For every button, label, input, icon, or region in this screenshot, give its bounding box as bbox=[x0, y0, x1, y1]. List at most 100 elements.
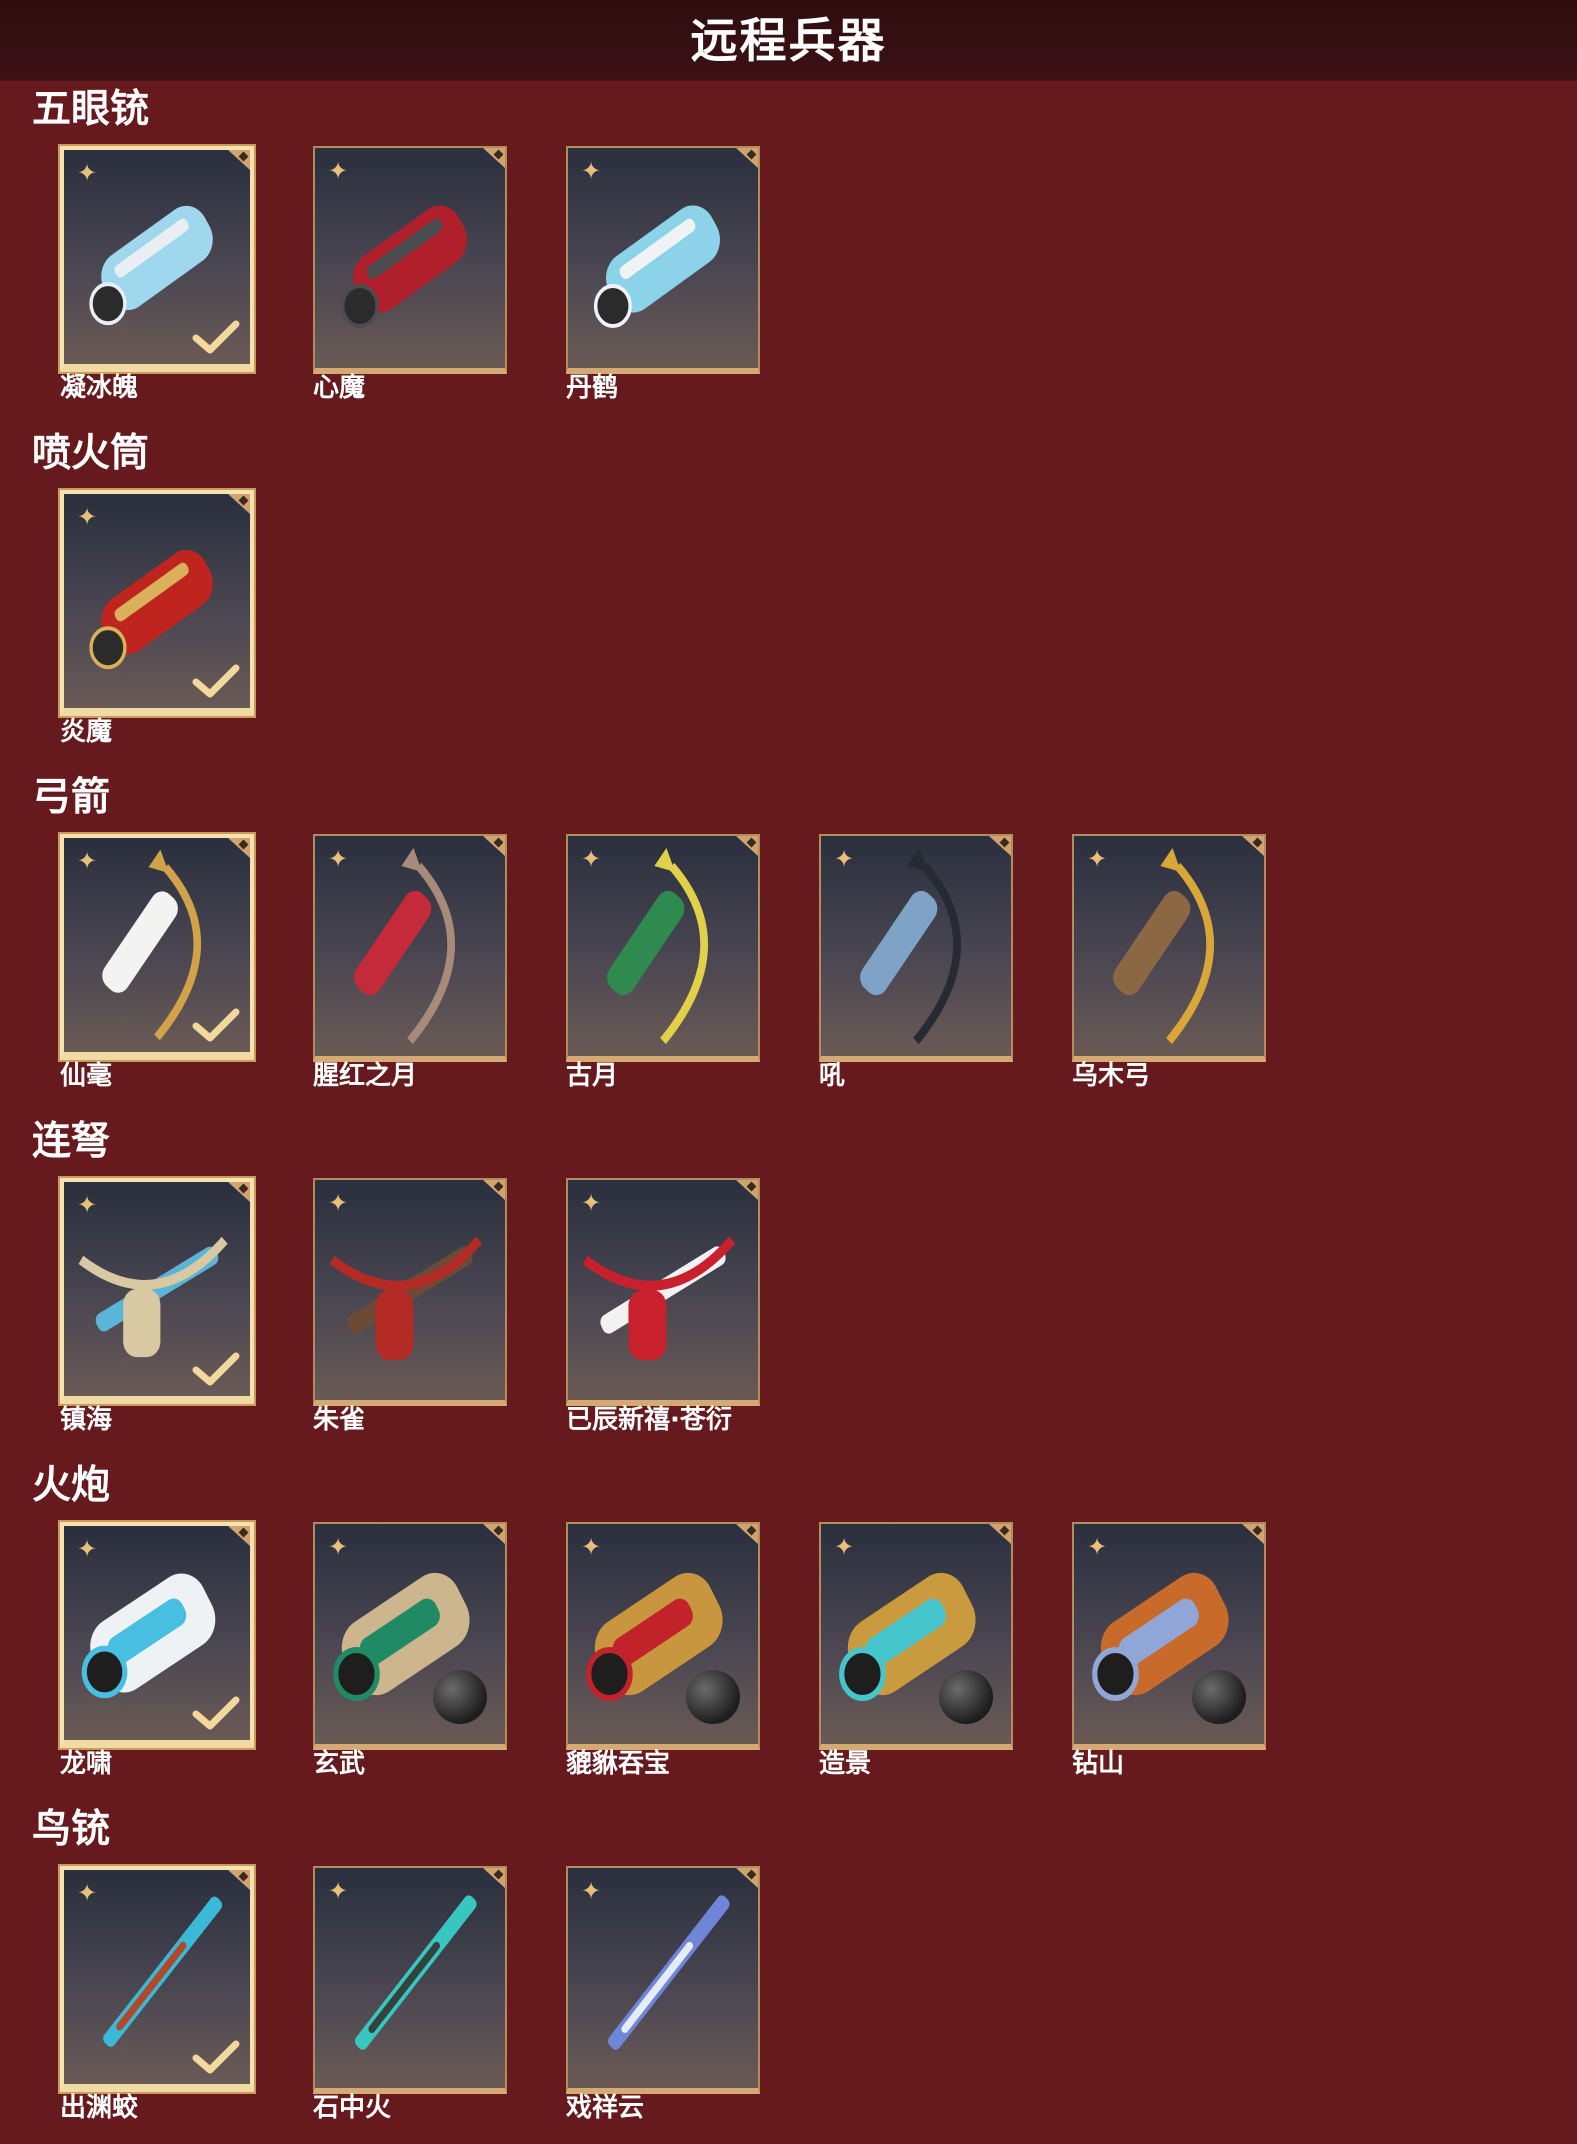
weapon-name: 貔貅吞宝 bbox=[566, 1749, 671, 1779]
star-icon: ✦ bbox=[833, 845, 855, 873]
star-icon: ✦ bbox=[580, 1533, 602, 1561]
weapon-thumbnail[interactable]: ✦ bbox=[819, 1522, 1013, 1750]
section-title: 鸟铳 bbox=[32, 1807, 111, 1852]
cannonball-icon bbox=[433, 1670, 487, 1724]
weapon-thumbnail[interactable]: ✦ bbox=[60, 1178, 254, 1404]
weapon-thumbnail[interactable]: ✦ bbox=[60, 146, 254, 372]
weapon-section: 五眼铳 ✦ 凝冰魄 ✦ 心魔 ✦ 丹鹤 bbox=[0, 88, 1577, 418]
weapon-name: 凝冰魄 bbox=[60, 373, 139, 403]
star-icon: ✦ bbox=[327, 157, 349, 185]
star-icon: ✦ bbox=[1086, 1533, 1108, 1561]
weapon-card[interactable]: ✦ 丹鹤 bbox=[566, 146, 760, 408]
section-title: 喷火筒 bbox=[32, 431, 150, 476]
weapon-name: 心魔 bbox=[313, 373, 366, 403]
weapon-card[interactable]: ✦ 钻山 bbox=[1072, 1522, 1266, 1784]
weapon-card[interactable]: ✦ 石中火 bbox=[313, 1866, 507, 2128]
weapon-thumbnail[interactable]: ✦ bbox=[60, 834, 254, 1060]
weapon-thumbnail[interactable]: ✦ bbox=[566, 1866, 760, 2094]
section-title: 连弩 bbox=[32, 1119, 111, 1164]
weapon-thumbnail[interactable]: ✦ bbox=[313, 146, 507, 374]
weapon-name: 古月 bbox=[566, 1061, 619, 1091]
weapon-thumbnail[interactable]: ✦ bbox=[60, 490, 254, 716]
weapon-card[interactable]: ✦ 朱雀 bbox=[313, 1178, 507, 1440]
cannonball-icon bbox=[686, 1670, 740, 1724]
weapon-card[interactable]: ✦ 龙啸 bbox=[60, 1522, 254, 1784]
weapon-card[interactable]: ✦ 已辰新禧·苍衍 bbox=[566, 1178, 760, 1440]
weapon-thumbnail[interactable]: ✦ bbox=[566, 1178, 760, 1406]
star-icon: ✦ bbox=[580, 845, 602, 873]
cannonball-icon bbox=[1192, 1670, 1246, 1724]
header-bar: 远程兵器 bbox=[0, 0, 1577, 81]
weapon-name: 已辰新禧·苍衍 bbox=[566, 1405, 732, 1435]
page-title: 远程兵器 bbox=[690, 14, 887, 69]
check-icon bbox=[192, 1352, 240, 1386]
weapon-thumbnail[interactable]: ✦ bbox=[60, 1866, 254, 2092]
weapon-card[interactable]: ✦ 炎魔 bbox=[60, 490, 254, 752]
check-icon bbox=[192, 1696, 240, 1730]
section-title: 五眼铳 bbox=[32, 87, 150, 132]
weapon-card[interactable]: ✦ 造景 bbox=[819, 1522, 1013, 1784]
weapon-card[interactable]: ✦ 吼 bbox=[819, 834, 1013, 1096]
weapon-thumbnail[interactable]: ✦ bbox=[313, 834, 507, 1062]
weapon-thumbnail[interactable]: ✦ bbox=[1072, 1522, 1266, 1750]
weapon-name: 出渊蛟 bbox=[60, 2093, 139, 2123]
weapon-card[interactable]: ✦ 出渊蛟 bbox=[60, 1866, 254, 2128]
weapon-thumbnail[interactable]: ✦ bbox=[313, 1178, 507, 1406]
weapon-name: 腥红之月 bbox=[313, 1061, 418, 1091]
weapon-name: 丹鹤 bbox=[566, 373, 619, 403]
weapon-thumbnail[interactable]: ✦ bbox=[60, 1522, 254, 1748]
check-icon bbox=[192, 320, 240, 354]
star-icon: ✦ bbox=[76, 1535, 98, 1563]
star-icon: ✦ bbox=[833, 1533, 855, 1561]
weapon-name: 吼 bbox=[819, 1061, 846, 1091]
weapon-card[interactable]: ✦ 仙毫 bbox=[60, 834, 254, 1096]
weapon-name: 石中火 bbox=[313, 2093, 392, 2123]
weapon-card[interactable]: ✦ 镇海 bbox=[60, 1178, 254, 1440]
weapon-name: 仙毫 bbox=[60, 1061, 113, 1091]
weapon-card[interactable]: ✦ 古月 bbox=[566, 834, 760, 1096]
weapon-thumbnail[interactable]: ✦ bbox=[566, 1522, 760, 1750]
weapon-name: 戏祥云 bbox=[566, 2093, 645, 2123]
star-icon: ✦ bbox=[580, 1189, 602, 1217]
cannonball-icon bbox=[939, 1670, 993, 1724]
check-icon bbox=[192, 664, 240, 698]
star-icon: ✦ bbox=[76, 503, 98, 531]
weapon-card[interactable]: ✦ 戏祥云 bbox=[566, 1866, 760, 2128]
weapon-section: 弓箭 ✦ 仙毫 ✦ 腥红之月 ✦ 古月 ✦ 吼 ✦ 乌木弓 bbox=[0, 776, 1577, 1106]
weapon-name: 乌木弓 bbox=[1072, 1061, 1151, 1091]
weapon-card[interactable]: ✦ 玄武 bbox=[313, 1522, 507, 1784]
star-icon: ✦ bbox=[76, 847, 98, 875]
weapon-thumbnail[interactable]: ✦ bbox=[313, 1522, 507, 1750]
weapon-thumbnail[interactable]: ✦ bbox=[313, 1866, 507, 2094]
star-icon: ✦ bbox=[76, 1879, 98, 1907]
star-icon: ✦ bbox=[1086, 845, 1108, 873]
weapon-section: 连弩 ✦ 镇海 ✦ 朱雀 ✦ 已辰新禧·苍衍 bbox=[0, 1120, 1577, 1450]
weapon-thumbnail[interactable]: ✦ bbox=[566, 834, 760, 1062]
weapon-name: 造景 bbox=[819, 1749, 872, 1779]
weapon-card[interactable]: ✦ 腥红之月 bbox=[313, 834, 507, 1096]
star-icon: ✦ bbox=[76, 1191, 98, 1219]
weapon-thumbnail[interactable]: ✦ bbox=[1072, 834, 1266, 1062]
weapon-name: 朱雀 bbox=[313, 1405, 366, 1435]
weapon-thumbnail[interactable]: ✦ bbox=[819, 834, 1013, 1062]
weapon-name: 镇海 bbox=[60, 1405, 113, 1435]
star-icon: ✦ bbox=[76, 159, 98, 187]
weapon-thumbnail[interactable]: ✦ bbox=[566, 146, 760, 374]
weapon-card[interactable]: ✦ 心魔 bbox=[313, 146, 507, 408]
weapon-name: 龙啸 bbox=[60, 1749, 113, 1779]
check-icon bbox=[192, 2040, 240, 2074]
weapon-name: 炎魔 bbox=[60, 717, 113, 747]
weapon-name: 玄武 bbox=[313, 1749, 366, 1779]
star-icon: ✦ bbox=[327, 1189, 349, 1217]
weapon-name: 钻山 bbox=[1072, 1749, 1125, 1779]
weapon-section: 喷火筒 ✦ 炎魔 bbox=[0, 432, 1577, 762]
weapon-section: 鸟铳 ✦ 出渊蛟 ✦ 石中火 ✦ 戏祥云 bbox=[0, 1808, 1577, 2138]
star-icon: ✦ bbox=[327, 845, 349, 873]
weapon-card[interactable]: ✦ 凝冰魄 bbox=[60, 146, 254, 408]
weapon-section: 火炮 ✦ 龙啸 ✦ 玄武 ✦ 貔貅吞宝 ✦ 造景 ✦ 钻山 bbox=[0, 1464, 1577, 1794]
check-icon bbox=[192, 1008, 240, 1042]
section-title: 弓箭 bbox=[32, 775, 111, 820]
weapon-card[interactable]: ✦ 貔貅吞宝 bbox=[566, 1522, 760, 1784]
star-icon: ✦ bbox=[327, 1533, 349, 1561]
weapon-card[interactable]: ✦ 乌木弓 bbox=[1072, 834, 1266, 1096]
